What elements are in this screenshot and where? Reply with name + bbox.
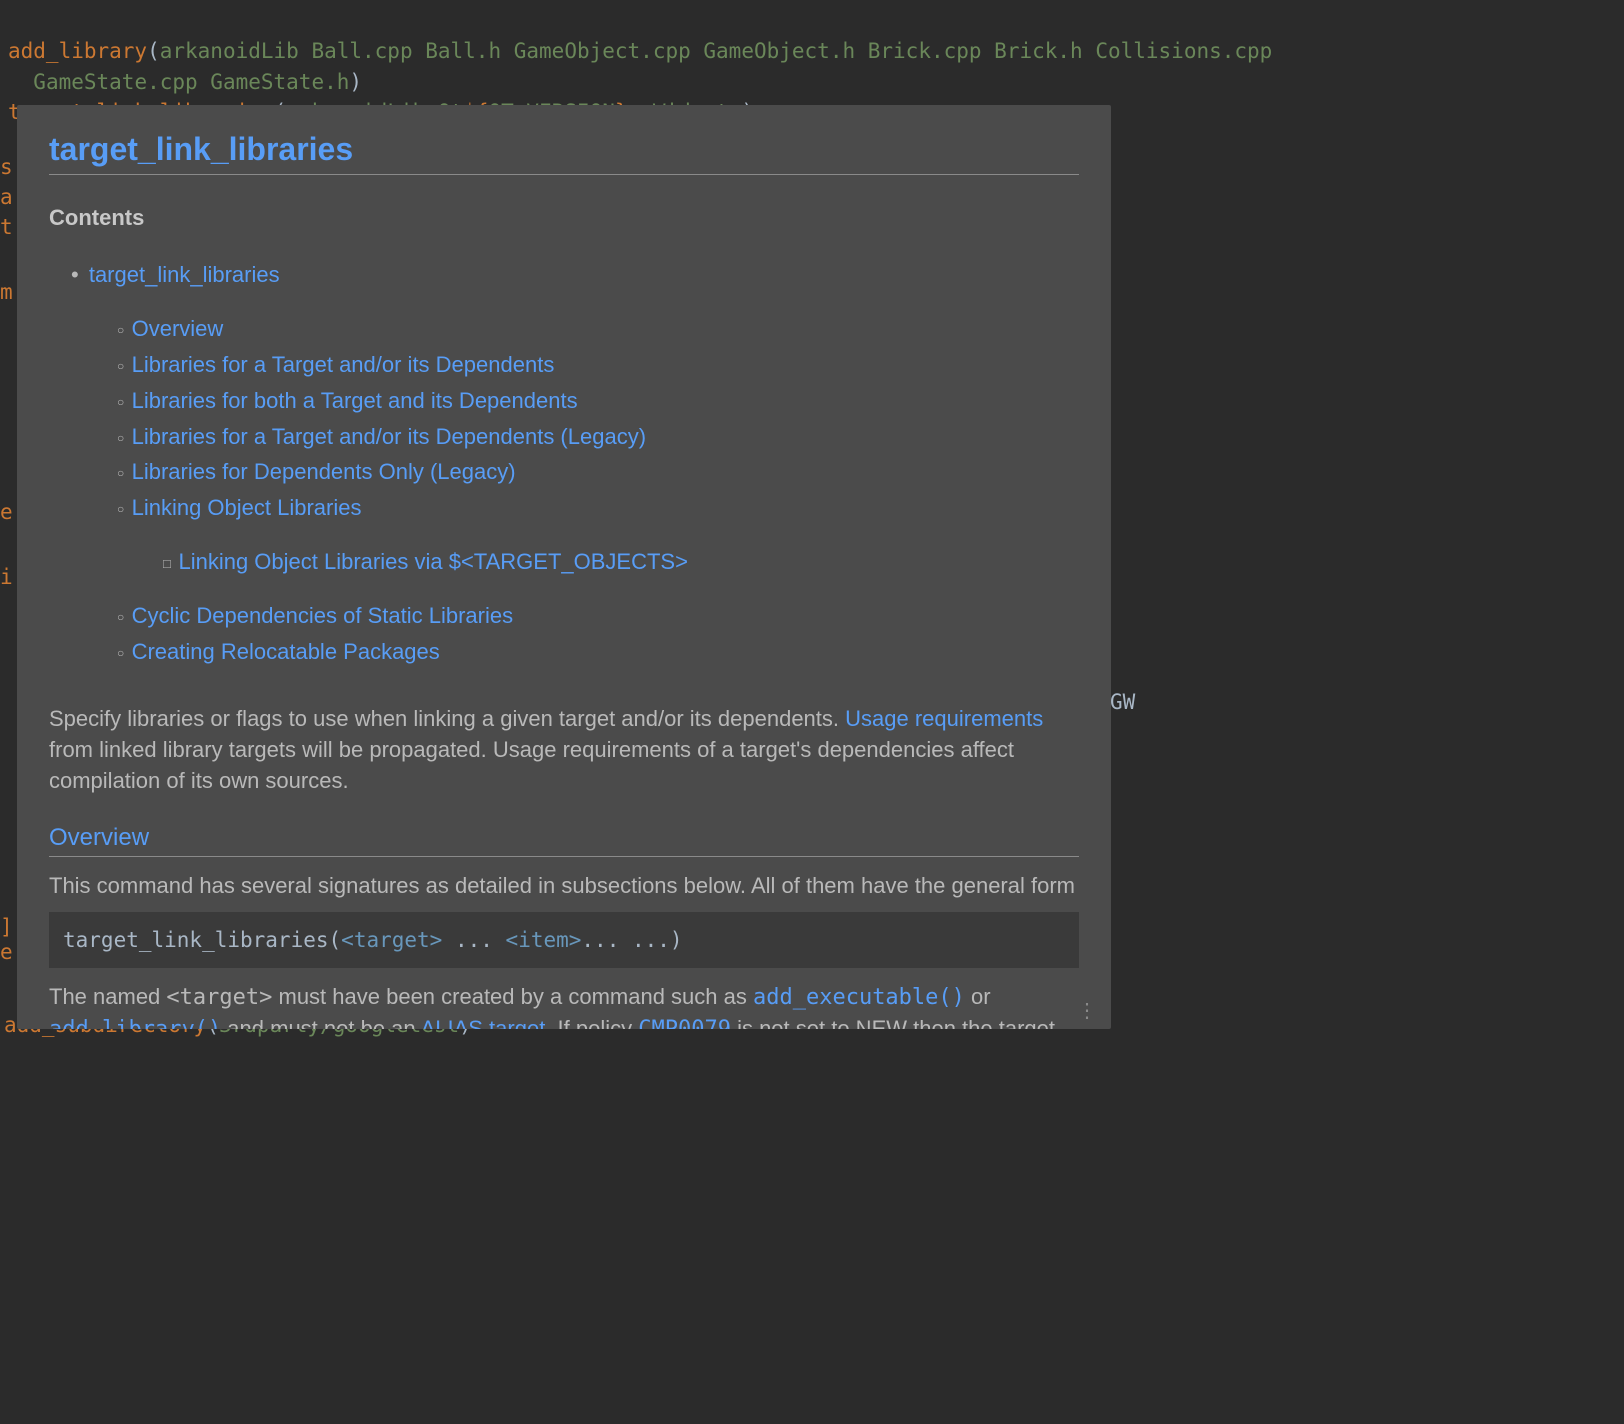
doc-contents-heading: Contents xyxy=(49,205,1079,231)
toc-link[interactable]: Libraries for both a Target and its Depe… xyxy=(132,388,578,413)
code-arg: <item> xyxy=(506,928,582,952)
doc-intro-para: Specify libraries or flags to use when l… xyxy=(49,704,1079,796)
toc-link[interactable]: Libraries for a Target and/or its Depend… xyxy=(132,424,646,449)
doc-text: The named xyxy=(49,984,166,1009)
doc-title[interactable]: target_link_libraries xyxy=(49,131,1079,175)
doc-overview-heading[interactable]: Overview xyxy=(49,824,1079,857)
doc-link[interactable]: ALIAS target xyxy=(421,1016,546,1029)
doc-link[interactable]: add_executable() xyxy=(753,985,965,1010)
toc-link[interactable]: Libraries for a Target and/or its Depend… xyxy=(132,352,555,377)
doc-toc: target_link_libraries Overview Libraries… xyxy=(49,259,1079,668)
toc-link[interactable]: Libraries for Dependents Only (Legacy) xyxy=(132,459,516,484)
toc-link[interactable]: Linking Object Libraries xyxy=(132,495,362,520)
doc-link[interactable]: CMP0079 xyxy=(638,1017,731,1029)
code-arg: <target> xyxy=(341,928,442,952)
code-args: GameState.cpp GameState.h xyxy=(33,70,349,94)
doc-code-inline: <target> xyxy=(166,985,272,1010)
toc-link[interactable]: Creating Relocatable Packages xyxy=(132,639,440,664)
doc-text: from linked library targets will be prop… xyxy=(49,737,1014,793)
kebab-menu-icon[interactable]: ⋮ xyxy=(1077,1007,1097,1015)
doc-text: Specify libraries or flags to use when l… xyxy=(49,706,845,731)
doc-overview-p2: The named <target> must have been create… xyxy=(49,982,1079,1029)
doc-link[interactable]: add_library() xyxy=(49,1017,221,1029)
code-indent xyxy=(8,70,33,94)
code-paren: ) xyxy=(349,70,362,94)
code-paren: ( xyxy=(147,39,160,63)
documentation-popup: target_link_libraries Contents target_li… xyxy=(17,105,1111,1029)
code-tail: ... ...) xyxy=(581,928,682,952)
doc-text: or xyxy=(965,984,991,1009)
toc-link[interactable]: target_link_libraries xyxy=(89,262,280,287)
toc-link[interactable]: Linking Object Libraries via $<TARGET_OB… xyxy=(178,549,687,574)
doc-codeblock: target_link_libraries(<target> ... <item… xyxy=(49,912,1079,968)
code-fn: add_library xyxy=(8,39,147,63)
doc-link[interactable]: Usage requirements xyxy=(845,706,1043,731)
doc-text: and must not be an xyxy=(221,1016,420,1029)
code-fn: target_link_libraries xyxy=(63,928,329,952)
doc-text: must have been created by a command such… xyxy=(272,984,753,1009)
doc-overview-p1: This command has several signatures as d… xyxy=(49,871,1079,902)
toc-link[interactable]: Cyclic Dependencies of Static Libraries xyxy=(132,603,514,628)
code-args: arkanoidLib Ball.cpp Ball.h GameObject.c… xyxy=(160,39,1273,63)
toc-link[interactable]: Overview xyxy=(132,316,224,341)
doc-text: . If policy xyxy=(545,1016,638,1029)
code-mid: ... xyxy=(442,928,505,952)
gutter-text: GW xyxy=(1110,690,1135,714)
